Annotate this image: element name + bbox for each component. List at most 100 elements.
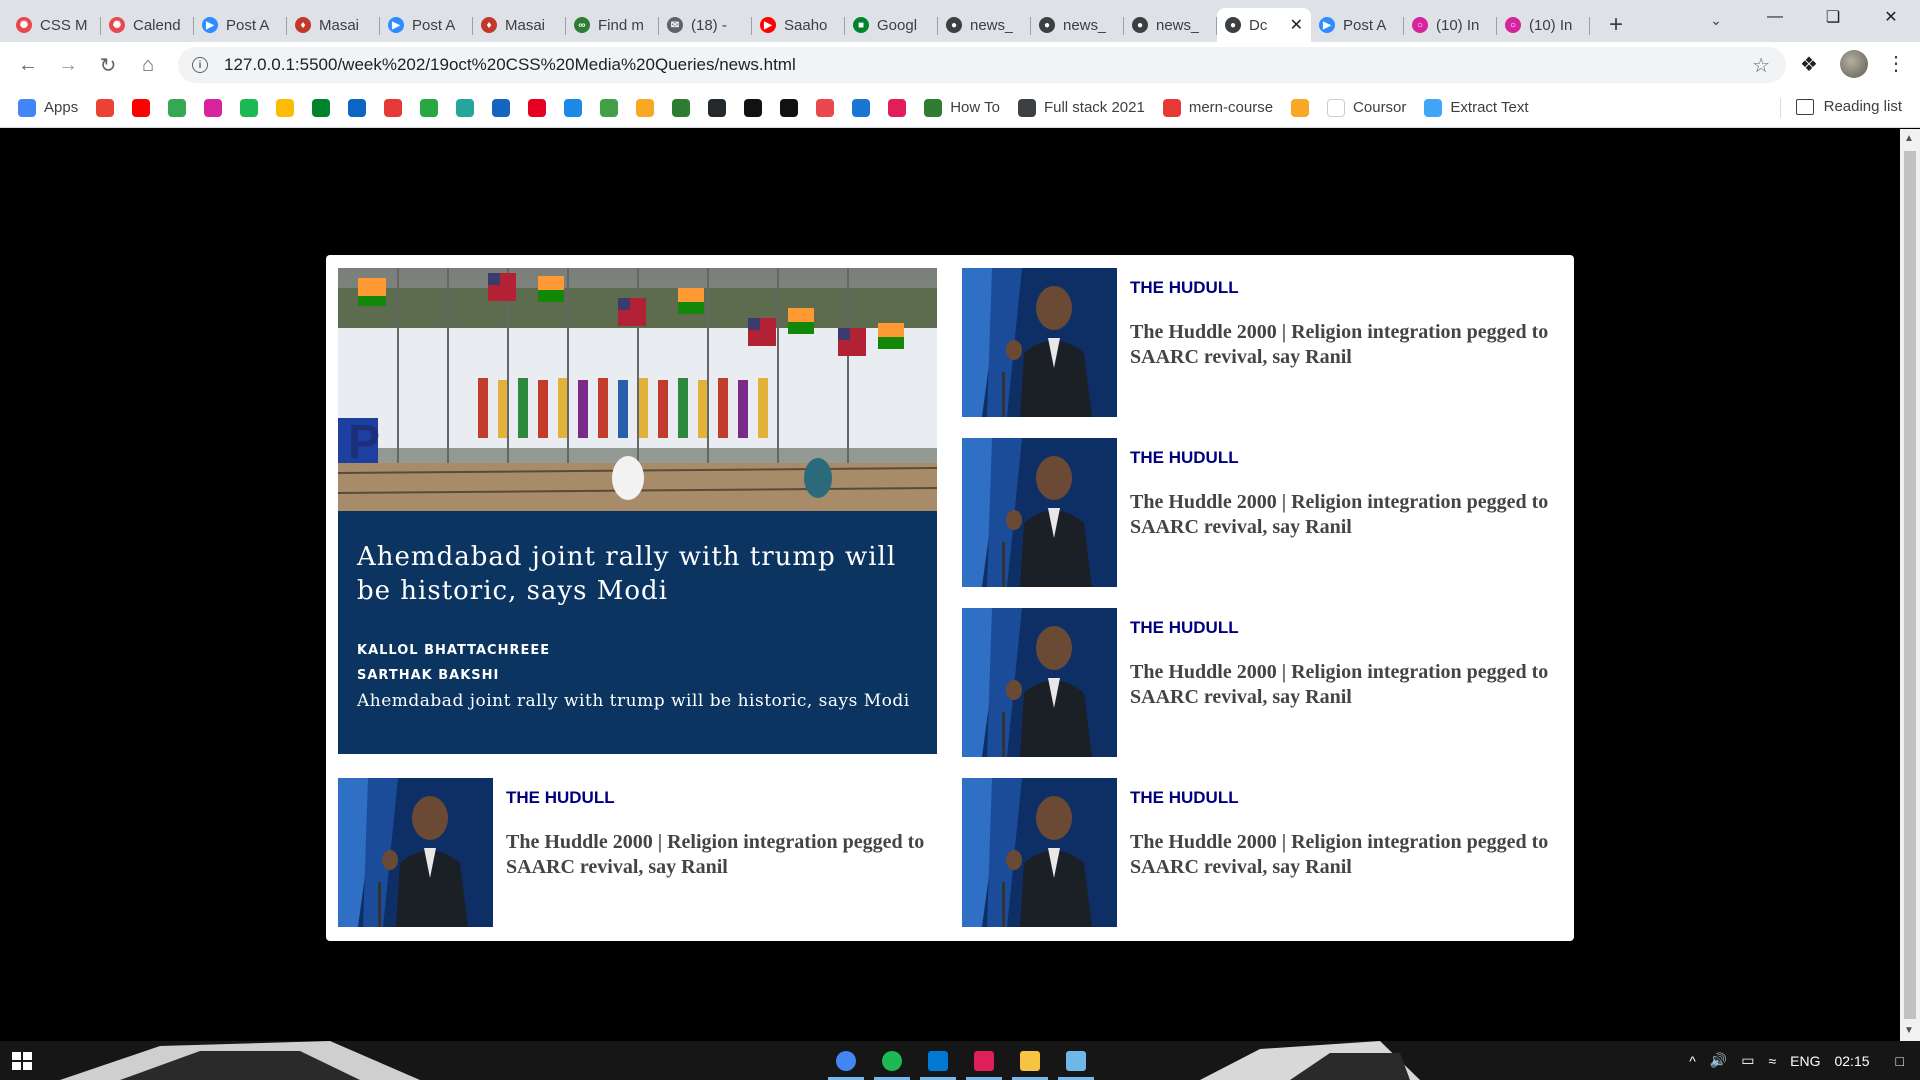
reading-list-label: Reading list <box>1823 98 1902 115</box>
bookmark-item[interactable] <box>492 98 511 117</box>
clock[interactable]: 02:15 <box>1834 1053 1869 1069</box>
bookmark-item[interactable] <box>636 98 655 117</box>
bookmark-item[interactable]: How To <box>924 98 1000 117</box>
browser-tab[interactable]: ○ (10) In <box>1404 8 1497 42</box>
bookmark-star-icon[interactable]: ☆ <box>1752 53 1770 78</box>
browser-tab[interactable]: ■ Googl <box>845 8 938 42</box>
back-icon[interactable]: ← <box>8 47 48 83</box>
story-card[interactable]: THE HUDULL The Huddle 2000 | Religion in… <box>962 608 1561 757</box>
bookmark-item[interactable] <box>672 98 691 117</box>
author-name[interactable]: KALLOL BHATTACHREEE <box>357 638 923 663</box>
close-icon[interactable]: ✕ <box>1862 0 1920 34</box>
windows-start-icon[interactable] <box>12 1052 32 1070</box>
story-headline[interactable]: The Huddle 2000 | Religion integration p… <box>1130 320 1555 370</box>
bookmark-item[interactable] <box>744 98 763 117</box>
volume-icon[interactable]: 🔊 <box>1710 1052 1727 1069</box>
story-headline[interactable]: The Huddle 2000 | Religion integration p… <box>1130 830 1555 880</box>
reading-list-button[interactable]: Reading list <box>1779 98 1902 118</box>
bookmark-item[interactable] <box>564 98 583 117</box>
browser-tab[interactable]: ▶ Post A <box>1311 8 1404 42</box>
bookmark-item[interactable] <box>528 98 547 117</box>
scroll-down-icon[interactable]: ▼ <box>1904 1025 1914 1036</box>
tray-chevron-icon[interactable]: ^ <box>1689 1053 1696 1069</box>
browser-tab[interactable]: ♦ Masai <box>473 8 566 42</box>
new-tab-button[interactable]: + <box>1598 8 1634 42</box>
featured-story[interactable]: P Ahemdabad joint rally with trump will … <box>338 268 937 754</box>
bookmark-item[interactable] <box>852 98 871 117</box>
browser-tab[interactable]: ∞ Find m <box>566 8 659 42</box>
menu-kebab-icon[interactable]: ⋮ <box>1886 51 1906 76</box>
site-info-icon[interactable]: i <box>192 57 208 73</box>
browser-tab[interactable]: ✺ Calend <box>101 8 194 42</box>
story-card[interactable]: THE HUDULL The Huddle 2000 | Religion in… <box>962 268 1561 417</box>
bookmark-item[interactable] <box>384 98 403 117</box>
address-bar[interactable]: i 127.0.0.1:5500/week%202/19oct%20CSS%20… <box>178 47 1786 83</box>
spotify-icon[interactable] <box>870 1041 914 1080</box>
browser-tab[interactable]: ▶ Post A <box>380 8 473 42</box>
featured-title[interactable]: Ahemdabad joint rally with trump will be… <box>357 540 923 608</box>
browser-tab[interactable]: ▶ Saaho <box>752 8 845 42</box>
bookmark-item[interactable]: Coursor <box>1327 98 1406 117</box>
vscode-icon[interactable] <box>916 1041 960 1080</box>
story-card[interactable]: THE HUDULL The Huddle 2000 | Religion in… <box>962 778 1561 927</box>
bookmark-item[interactable] <box>240 98 259 117</box>
extensions-icon[interactable]: ❖ <box>1800 52 1818 77</box>
battery-icon[interactable]: ▭ <box>1741 1052 1754 1069</box>
bookmark-item[interactable] <box>888 98 907 117</box>
home-icon[interactable]: ⌂ <box>128 47 168 83</box>
notification-icon[interactable]: □ <box>1896 1053 1904 1069</box>
bookmark-item[interactable]: Extract Text <box>1424 98 1529 117</box>
bookmark-item[interactable] <box>816 98 835 117</box>
slack-icon[interactable] <box>962 1041 1006 1080</box>
file-explorer-icon[interactable] <box>1008 1041 1052 1080</box>
story-headline[interactable]: The Huddle 2000 | Religion integration p… <box>1130 490 1555 540</box>
browser-tab[interactable]: ● news_ <box>1124 8 1217 42</box>
bookmark-item[interactable] <box>276 98 295 117</box>
bookmark-label: Extract Text <box>1450 99 1529 116</box>
spotify-icon-glyph <box>882 1050 902 1071</box>
chrome-icon[interactable] <box>824 1041 868 1080</box>
language-indicator[interactable]: ENG <box>1790 1053 1820 1069</box>
browser-tab[interactable]: ○ (10) In <box>1497 8 1590 42</box>
browser-tab[interactable]: ✉ (18) - <box>659 8 752 42</box>
bookmark-item[interactable] <box>780 98 799 117</box>
page-scrollbar[interactable]: ▲ ▼ <box>1900 129 1920 1041</box>
bookmark-item[interactable]: Apps <box>18 98 78 117</box>
minimize-icon[interactable]: — <box>1746 0 1804 34</box>
bookmark-item[interactable] <box>420 98 439 117</box>
browser-tab[interactable]: ● news_ <box>1031 8 1124 42</box>
story-headline[interactable]: The Huddle 2000 | Religion integration p… <box>506 830 931 880</box>
tab-search-icon[interactable]: ⌄ <box>1702 6 1730 34</box>
restore-icon[interactable]: ❏ <box>1804 0 1862 34</box>
url-text[interactable]: 127.0.0.1:5500/week%202/19oct%20CSS%20Me… <box>224 55 796 75</box>
wifi-icon[interactable]: ≈ <box>1768 1053 1776 1069</box>
author-name[interactable]: SARTHAK BAKSHI <box>357 663 923 688</box>
bookmark-item[interactable] <box>132 98 151 117</box>
browser-tab[interactable]: ✺ CSS M <box>8 8 101 42</box>
bookmark-item[interactable] <box>456 98 475 117</box>
scroll-thumb[interactable] <box>1904 151 1916 1019</box>
profile-avatar[interactable] <box>1840 50 1868 78</box>
bookmark-item[interactable]: mern-course <box>1162 98 1273 117</box>
bookmark-item[interactable] <box>168 98 187 117</box>
browser-tab[interactable]: ● Dc ✕ <box>1217 8 1311 42</box>
scroll-up-icon[interactable]: ▲ <box>1904 133 1914 144</box>
story-card[interactable]: THE HUDULL The Huddle 2000 | Religion in… <box>962 438 1561 587</box>
browser-tab[interactable]: ● news_ <box>938 8 1031 42</box>
bookmark-item[interactable] <box>348 98 367 117</box>
forward-icon[interactable]: → <box>48 47 88 83</box>
notepad-icon[interactable] <box>1054 1041 1098 1080</box>
browser-tab[interactable]: ▶ Post A <box>194 8 287 42</box>
bookmark-item[interactable] <box>708 98 727 117</box>
story-card[interactable]: THE HUDULL The Huddle 2000 | Religion in… <box>338 778 937 927</box>
bookmark-item[interactable]: Full stack 2021 <box>1017 98 1145 117</box>
browser-tab[interactable]: ♦ Masai <box>287 8 380 42</box>
tab-close-icon[interactable]: ✕ <box>1290 15 1303 35</box>
bookmark-item[interactable] <box>1291 98 1310 117</box>
story-headline[interactable]: The Huddle 2000 | Religion integration p… <box>1130 660 1555 710</box>
bookmark-item[interactable] <box>312 98 331 117</box>
bookmark-item[interactable] <box>96 98 115 117</box>
bookmark-item[interactable] <box>204 98 223 117</box>
reload-icon[interactable]: ↻ <box>88 47 128 83</box>
bookmark-item[interactable] <box>600 98 619 117</box>
